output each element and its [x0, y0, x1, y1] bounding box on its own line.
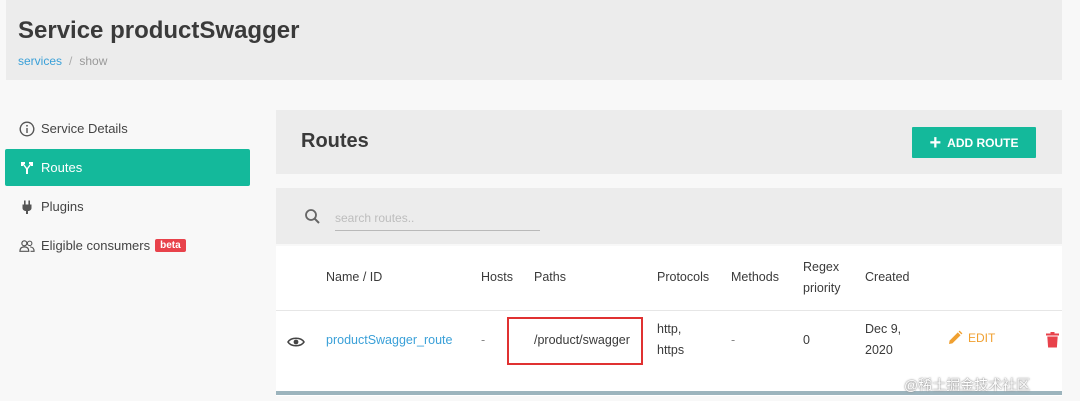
route-hosts: -: [481, 333, 486, 347]
add-route-label: ADD ROUTE: [947, 135, 1019, 150]
column-header-regex-priority: Regex priority: [803, 260, 841, 295]
breadcrumb-current: show: [79, 54, 108, 68]
route-protocols: http, https: [657, 322, 685, 357]
beta-badge: beta: [155, 239, 186, 252]
route-regex-priority: 0: [803, 333, 810, 347]
plug-icon: [19, 199, 35, 215]
sidebar: Service Details Routes Plugins Eligible …: [5, 110, 250, 266]
trash-icon[interactable]: [1046, 332, 1059, 353]
column-header-protocols: Protocols: [657, 270, 710, 284]
header-divider: [276, 310, 1062, 311]
plus-icon: +: [929, 131, 942, 154]
sidebar-item-label: Eligible consumers: [41, 238, 151, 253]
column-header-paths: Paths: [534, 270, 566, 284]
routes-icon: [19, 160, 35, 176]
pencil-icon: [947, 330, 963, 346]
eye-icon[interactable]: [287, 335, 305, 353]
routes-table: Name / ID Hosts Paths Protocols Methods …: [276, 246, 1062, 396]
column-header-hosts: Hosts: [481, 270, 513, 284]
sidebar-item-routes[interactable]: Routes: [5, 149, 250, 186]
sidebar-item-plugins[interactable]: Plugins: [5, 188, 250, 225]
edit-label: EDIT: [968, 331, 996, 345]
breadcrumb-services-link[interactable]: services: [18, 54, 62, 68]
column-header-created: Created: [865, 270, 910, 284]
sidebar-item-service-details[interactable]: Service Details: [5, 110, 250, 147]
sidebar-item-eligible-consumers[interactable]: Eligible consumers beta: [5, 227, 250, 264]
route-name-link[interactable]: productSwagger_route: [326, 330, 452, 351]
routes-header: Routes + ADD ROUTE: [276, 110, 1062, 174]
sidebar-item-label: Service Details: [41, 121, 128, 136]
edit-button[interactable]: EDIT: [947, 330, 995, 346]
sidebar-item-label: Plugins: [41, 199, 84, 214]
search-input[interactable]: [335, 206, 540, 231]
column-header-name: Name / ID: [326, 270, 383, 284]
breadcrumb: services / show: [18, 54, 107, 68]
search-bar: [276, 188, 1062, 244]
routes-title: Routes: [301, 130, 369, 152]
info-icon: [19, 120, 35, 137]
paths-highlight-box: [507, 317, 643, 365]
watermark: @稀土掘金技术社区: [904, 377, 1031, 393]
page-title: Service productSwagger: [18, 17, 300, 44]
route-methods: -: [731, 333, 736, 347]
search-icon: [304, 208, 321, 230]
route-created: Dec 9, 2020: [865, 322, 902, 357]
add-route-button[interactable]: + ADD ROUTE: [912, 127, 1036, 158]
column-header-methods: Methods: [731, 270, 779, 284]
users-icon: [19, 238, 35, 254]
sidebar-item-label: Routes: [41, 160, 83, 175]
page-header: Service productSwagger services / show: [6, 0, 1062, 80]
breadcrumb-separator: /: [69, 54, 73, 68]
